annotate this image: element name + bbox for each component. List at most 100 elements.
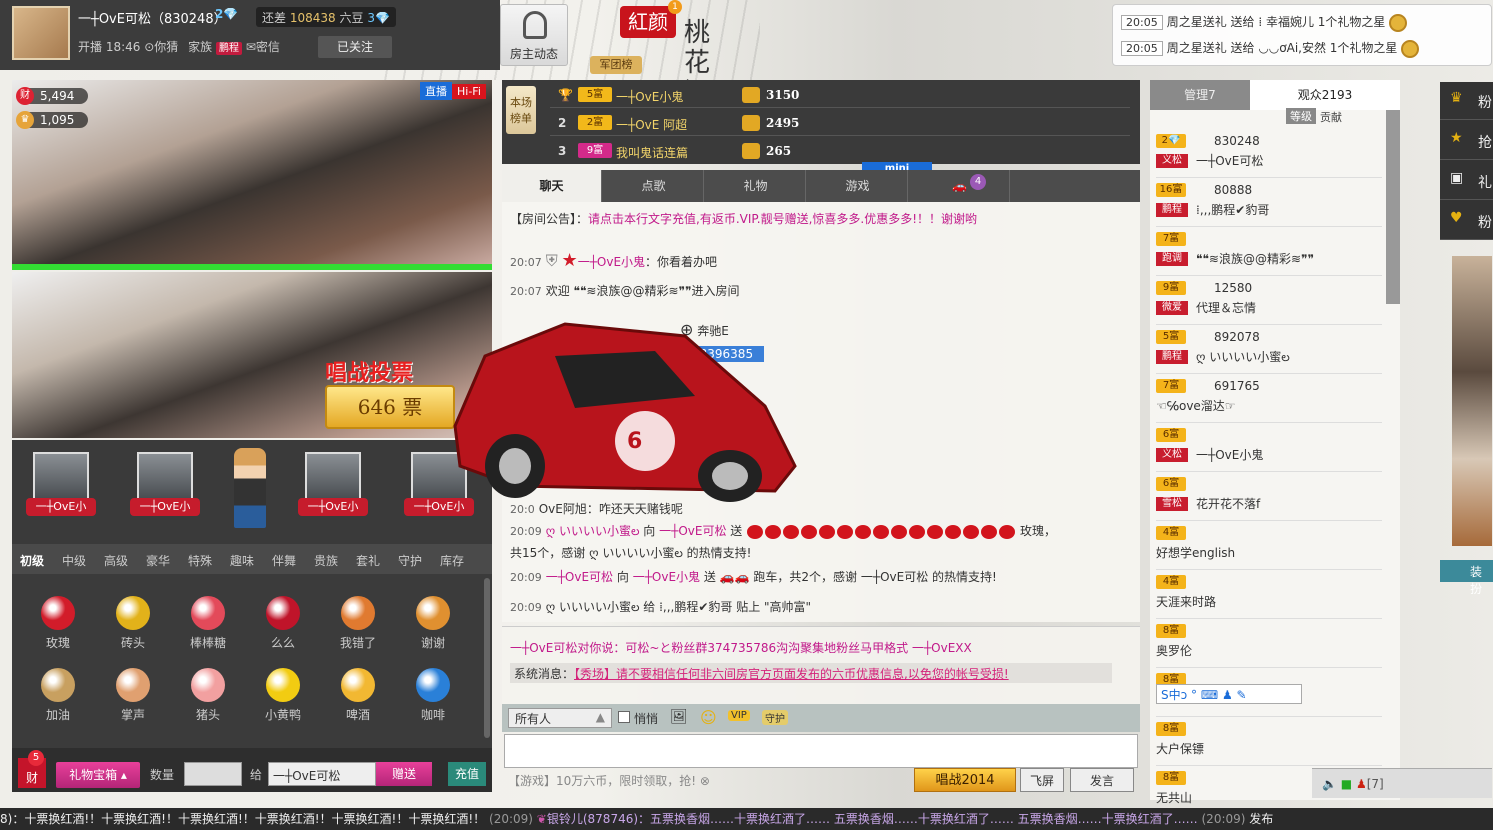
quiet-checkbox[interactable] (618, 711, 630, 723)
gift-item[interactable]: 加油 (26, 668, 90, 723)
chat-user[interactable]: 一┼OvE小鬼 (633, 570, 700, 584)
gift-tab[interactable]: 套礼 (356, 552, 380, 569)
recipient-select[interactable]: 一┼OvE可松 (268, 762, 376, 786)
user-list-scrollbar[interactable] (1386, 110, 1400, 304)
user-entry[interactable]: 9富 12580 微爱 代理＆忘情 (1156, 277, 1382, 325)
user-entry[interactable]: 2💎 830248 义松 一┼OvE可松 (1156, 130, 1382, 178)
gift-tab[interactable]: 中级 (62, 552, 86, 569)
chat-user[interactable]: 一┼OvE小鬼 (578, 255, 645, 269)
sort-level[interactable]: 等级 (1286, 108, 1316, 124)
quantity-input[interactable] (184, 762, 242, 786)
target-select[interactable]: 所有人 ▲ (508, 708, 612, 728)
fly-screen-button[interactable]: 飞屏 (1020, 768, 1064, 792)
side-menu-fans[interactable]: ♛ 粉 (1440, 82, 1493, 120)
gift-item[interactable]: 啤酒 (326, 668, 390, 723)
svg-text:6: 6 (627, 429, 642, 454)
user-entry[interactable]: 4富 好想学english (1156, 522, 1382, 570)
dress-up-button[interactable]: 装扮 (1440, 560, 1493, 596)
speaker-icon[interactable]: 🔈 (1322, 777, 1337, 791)
host-avatar[interactable] (12, 6, 70, 60)
gift-item[interactable]: 掌声 (101, 668, 165, 723)
chat-user[interactable]: 一┼OvE可松 (546, 570, 613, 584)
user-entry[interactable]: 7富 跑调 ❝❝≋浪族@@精彩≋❞❞ (1156, 228, 1382, 276)
seat-slot[interactable]: 一┼OvE小 (26, 452, 96, 530)
user-entry[interactable]: 8富 奥罗伦 (1156, 620, 1382, 668)
gift-tab[interactable]: 趣味 (230, 552, 254, 569)
ime-toolbar[interactable]: S中ↄ ° ⌨ ♟ ✎ (1156, 684, 1302, 704)
recharge-button[interactable]: 充值 (448, 762, 486, 786)
user-entry[interactable]: 7富 691765 ☜℅ove溜达☞ (1156, 375, 1382, 423)
tab-gift[interactable]: 礼物 (706, 170, 806, 202)
sys-text[interactable]: 【秀场】请不要相信任何非六间房官方页面发布的六币优惠信息,以免您的帐号受损! (574, 667, 1009, 681)
marquee-publish[interactable]: 发布 (1249, 812, 1273, 826)
sing-battle-button[interactable]: 唱战2014 (914, 768, 1016, 792)
gift-tab[interactable]: 特殊 (188, 552, 212, 569)
sort-contrib[interactable]: 贡献 (1320, 109, 1342, 125)
tab-song[interactable]: 点歌 (604, 170, 704, 202)
gift-box-button[interactable]: 礼物宝箱 ▴ (56, 762, 140, 788)
follow-button[interactable]: 已关注 (318, 36, 392, 58)
user-entry[interactable]: 16富 80888 鹏程 ⁞,,,鹏程✔豹哥 (1156, 179, 1382, 227)
tab-chat[interactable]: 聊天 (502, 170, 602, 202)
gift-item[interactable]: 谢谢 (401, 596, 465, 651)
family-tag[interactable]: 鹏程 (215, 42, 242, 55)
chat-input[interactable] (504, 734, 1138, 768)
user-entry[interactable]: 4富 天涯来时路 (1156, 571, 1382, 619)
gift-item[interactable]: 么么 (251, 596, 315, 651)
seat-slot[interactable]: 一┼OvE小 (130, 452, 200, 530)
gift-item[interactable]: 棒棒糖 (176, 596, 240, 651)
tab-game[interactable]: 游戏 (808, 170, 908, 202)
gift-tab[interactable]: 伴舞 (272, 552, 296, 569)
gift-tab[interactable]: 守护 (398, 552, 422, 569)
user-id: 80888 (1214, 183, 1253, 197)
chat-user[interactable]: ღ いいいい小蜜ల (546, 524, 640, 538)
tab-audience[interactable]: 观众2193 (1250, 80, 1400, 110)
gift-item[interactable]: 砖头 (101, 596, 165, 651)
gift-tab[interactable]: 豪华 (146, 552, 170, 569)
user-entry[interactable]: 6富 雪松 花开花不落f (1156, 473, 1382, 521)
vip-button[interactable]: VIP (728, 710, 750, 721)
host-name[interactable]: 一┼OvE可松（830248） (78, 8, 227, 27)
army-rank-button[interactable]: 军团榜 (590, 56, 642, 74)
seat-slot[interactable]: 一┼OvE小 (298, 452, 368, 530)
side-menu-gift[interactable]: ▣ 礼 (1440, 162, 1493, 200)
gift-item[interactable]: 小黄鸭 (251, 668, 315, 723)
gift-scrollbar[interactable] (484, 578, 490, 738)
gift-tab[interactable]: 库存 (440, 552, 464, 569)
gift-item[interactable]: 我错了 (326, 596, 390, 651)
send-message-button[interactable]: 发言 (1070, 768, 1134, 792)
gift-item[interactable]: 猪头 (176, 668, 240, 723)
gift-item[interactable]: 咖啡 (401, 668, 465, 723)
wealth-button[interactable]: 5财 (18, 750, 46, 788)
rank-row[interactable]: 🏆 5富 一┼OvE小鬼 3150 (550, 82, 1130, 108)
red-logo-badge[interactable]: 紅颜 1 (620, 0, 682, 38)
user-entry[interactable]: 6富 义松 一┼OvE小鬼 (1156, 424, 1382, 472)
image-icon[interactable]: 🖼 (670, 709, 688, 725)
side-menu-grab[interactable]: ★ 抢 (1440, 122, 1493, 160)
gift-tab[interactable]: 贵族 (314, 552, 338, 569)
send-gift-button[interactable]: 赠送 (376, 762, 432, 786)
guard-button[interactable]: 守护 (762, 710, 788, 725)
chat-line: 20:09 ღ いいいい小蜜ల 向 一┼OvE可松 送 玫瑰， (510, 522, 1056, 541)
rank-row[interactable]: 3 9富 我叫鬼话连篇 265 (550, 138, 1130, 164)
tab-admins[interactable]: 管理7 (1150, 80, 1250, 110)
side-menu-fans2[interactable]: ♥ 粉 (1440, 202, 1493, 240)
game-promo[interactable]: 【游戏】10万六币，限时领取，抢! ⊗ (508, 772, 710, 789)
emoji-icon[interactable]: ☺ (700, 708, 717, 727)
tab-car[interactable]: 🚗 (910, 170, 1010, 202)
chat-line: 20:07 ⛨ ★一┼OvE小鬼：你看着办吧 (510, 250, 717, 271)
gift-tab[interactable]: 初级 (20, 552, 44, 569)
host-dynamic-button[interactable]: 房主动态 (500, 4, 568, 66)
private-msg-link[interactable]: 密信 (256, 40, 280, 54)
close-icon[interactable]: ⊗ (700, 774, 710, 788)
user-entry[interactable]: 8富 大户保镖 (1156, 718, 1382, 766)
gift-tab[interactable]: 高级 (104, 552, 128, 569)
rank-row[interactable]: 2 2富 一┼OvE 阿超 2495 (550, 110, 1130, 136)
chat-user[interactable]: 一┼OvE可松 (659, 524, 726, 538)
gift-item[interactable]: 玫瑰 (26, 596, 90, 651)
lollipop-gift-icon (191, 596, 225, 630)
room-notice[interactable]: 【房间公告】：请点击本行文字充值,有返币.VIP.靓号赠送,惊喜多多.优惠多多!… (510, 210, 977, 227)
main-video[interactable] (12, 80, 492, 264)
user-entry[interactable]: 5富 892078 鹏程 ღ いいいい小蜜ల (1156, 326, 1382, 374)
user-nick: 无共山 (1156, 791, 1193, 805)
